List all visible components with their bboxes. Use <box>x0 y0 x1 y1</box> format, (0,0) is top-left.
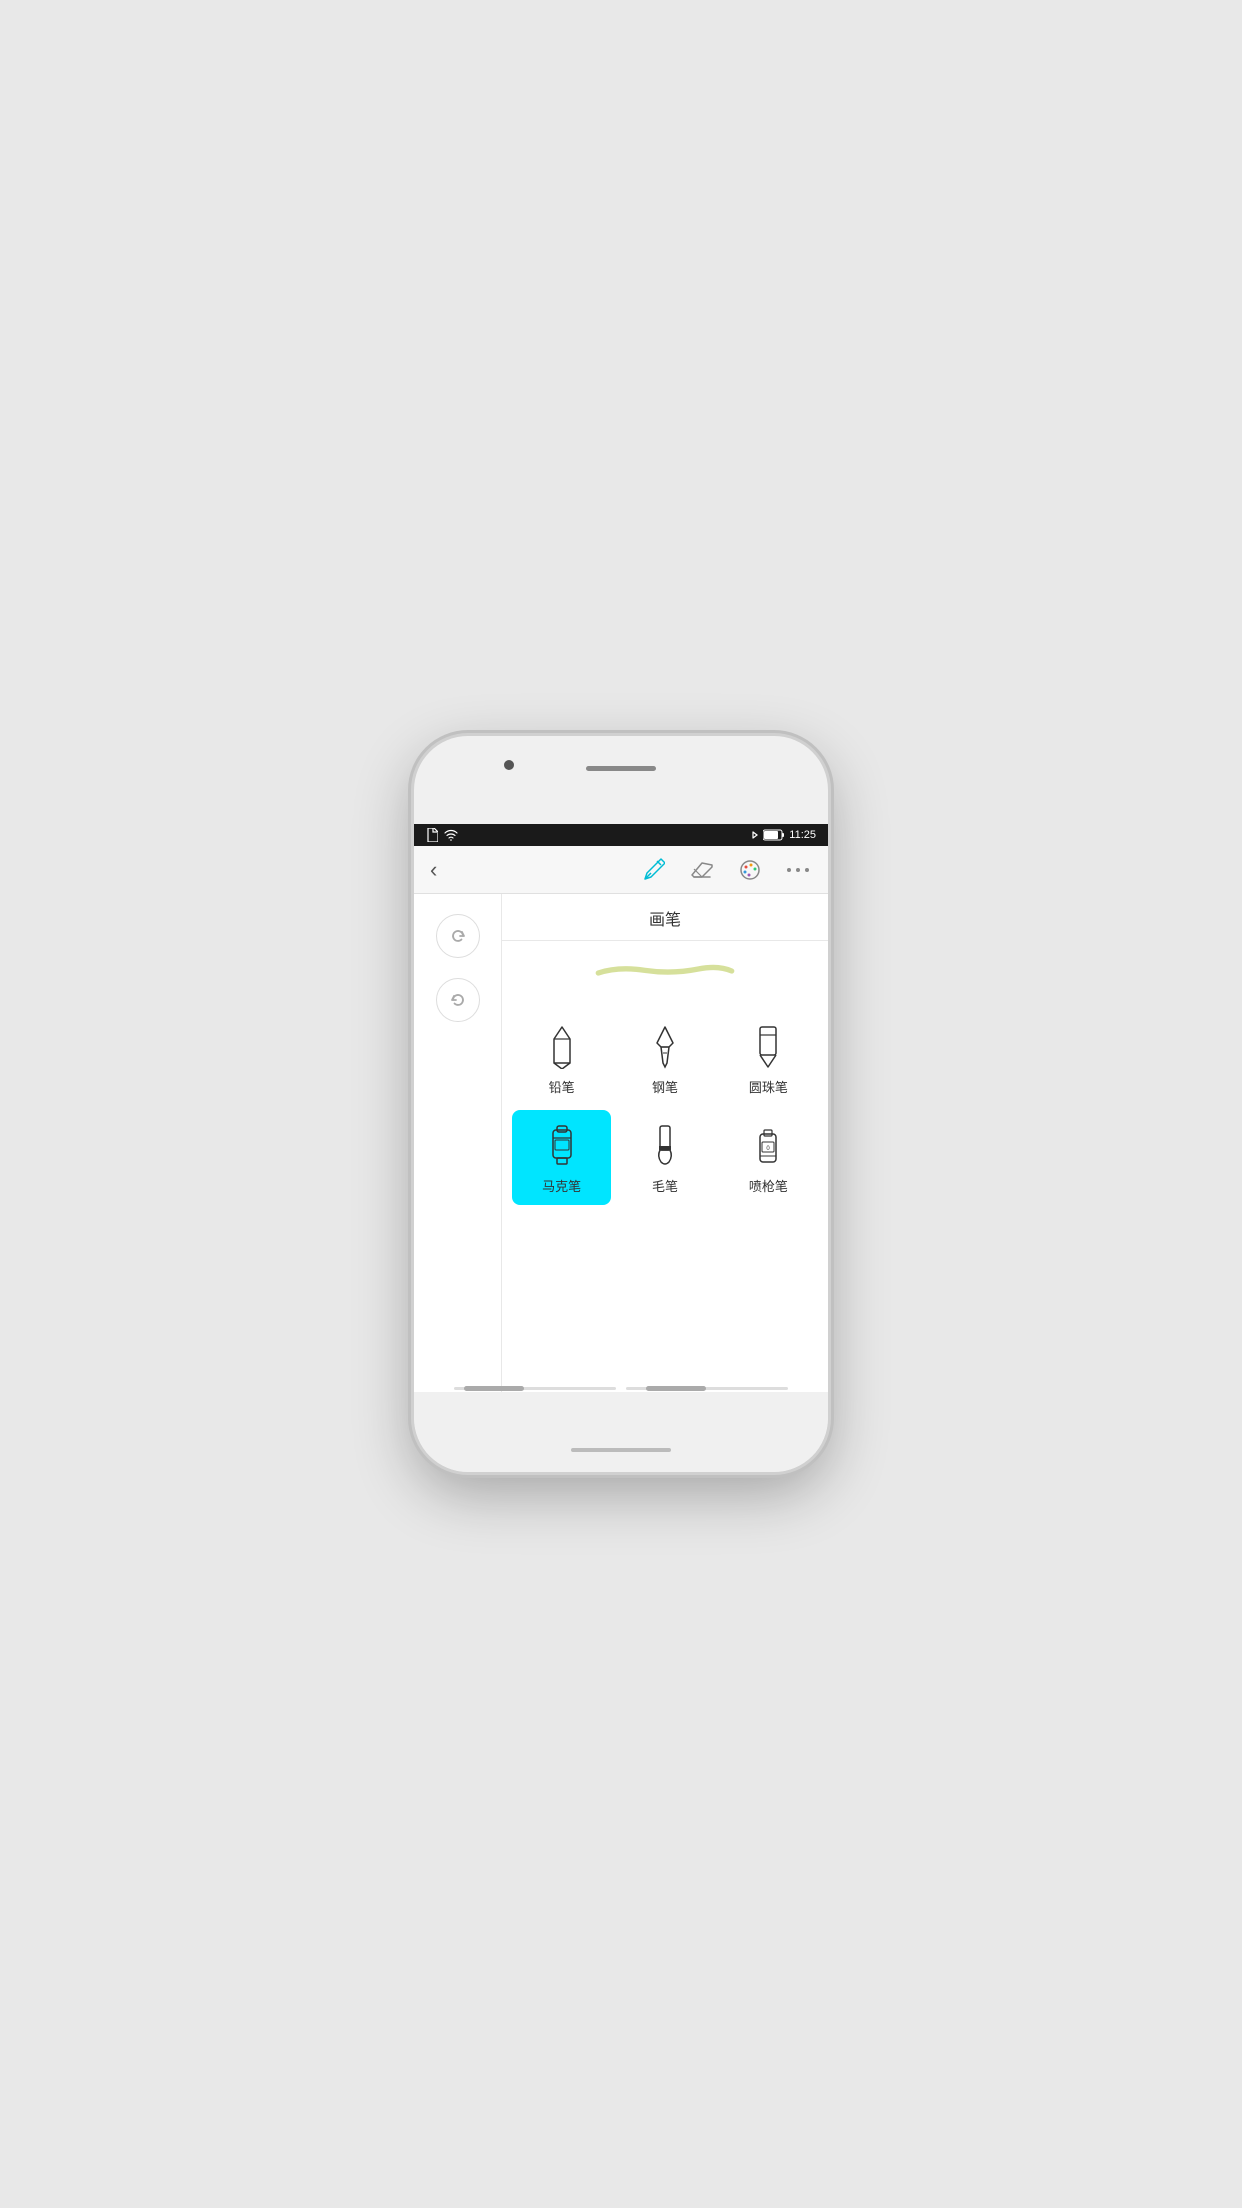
ink-brush-item[interactable]: 毛笔 <box>615 1110 714 1205</box>
horizontal-scroll-left[interactable] <box>454 1387 616 1390</box>
status-right: 11:25 <box>751 829 816 841</box>
screen: 11:25 ‹ <box>414 824 828 1394</box>
fountain-pen-label: 钢笔 <box>652 1077 678 1096</box>
brush-panel: 画笔 <box>502 894 828 1394</box>
spray-label: 喷枪笔 <box>749 1176 788 1195</box>
horizontal-scroll-right[interactable] <box>626 1387 788 1390</box>
home-indicator <box>571 1448 671 1452</box>
toolbar-right <box>640 856 812 884</box>
undo-button[interactable] <box>436 978 480 1022</box>
phone-frame: 11:25 ‹ <box>414 736 828 1472</box>
palette-tool-button[interactable] <box>736 856 764 884</box>
bluetooth-icon <box>751 829 759 841</box>
redo-button[interactable] <box>436 914 480 958</box>
file-icon <box>426 828 438 842</box>
spray-brush-item[interactable]: 0 喷枪笔 <box>719 1110 818 1205</box>
pencil-icon <box>540 1025 584 1069</box>
wifi-icon <box>444 829 458 841</box>
fountain-pen-brush-item[interactable]: 钢笔 <box>615 1011 714 1106</box>
ballpoint-label: 圆珠笔 <box>749 1077 788 1096</box>
brush-grid: 铅笔 钢笔 <box>502 1001 828 1215</box>
more-button[interactable] <box>784 856 812 884</box>
battery-icon <box>763 829 785 841</box>
ink-brush-icon <box>643 1124 687 1168</box>
phone-bottom <box>414 1392 828 1472</box>
canvas-sidebar <box>414 894 502 1394</box>
pencil-label: 铅笔 <box>549 1077 575 1096</box>
stroke-preview-svg <box>555 961 775 981</box>
brush-preview <box>502 941 828 1001</box>
toolbar: ‹ <box>414 846 828 894</box>
ballpoint-brush-item[interactable]: 圆珠笔 <box>719 1011 818 1106</box>
marker-brush-item[interactable]: 马克笔 <box>512 1110 611 1205</box>
scroll-thumb-left <box>464 1386 524 1391</box>
status-bar: 11:25 <box>414 824 828 846</box>
clock: 11:25 <box>789 829 816 841</box>
brush-tool-button[interactable] <box>640 856 668 884</box>
spray-icon: 0 <box>746 1124 790 1168</box>
panel-title: 画笔 <box>502 894 828 941</box>
status-left <box>426 828 458 842</box>
main-content: 画笔 <box>414 894 828 1394</box>
ballpoint-icon <box>746 1025 790 1069</box>
marker-label: 马克笔 <box>542 1176 581 1195</box>
back-button[interactable]: ‹ <box>430 857 437 883</box>
marker-icon <box>540 1124 584 1168</box>
front-camera <box>504 760 514 770</box>
eraser-tool-button[interactable] <box>688 856 716 884</box>
scroll-thumb-right <box>646 1386 706 1391</box>
pencil-brush-item[interactable]: 铅笔 <box>512 1011 611 1106</box>
fountain-pen-icon <box>643 1025 687 1069</box>
svg-text:0: 0 <box>767 1146 771 1152</box>
toolbar-left: ‹ <box>430 857 437 883</box>
speaker <box>586 766 656 771</box>
ink-brush-label: 毛笔 <box>652 1176 678 1195</box>
